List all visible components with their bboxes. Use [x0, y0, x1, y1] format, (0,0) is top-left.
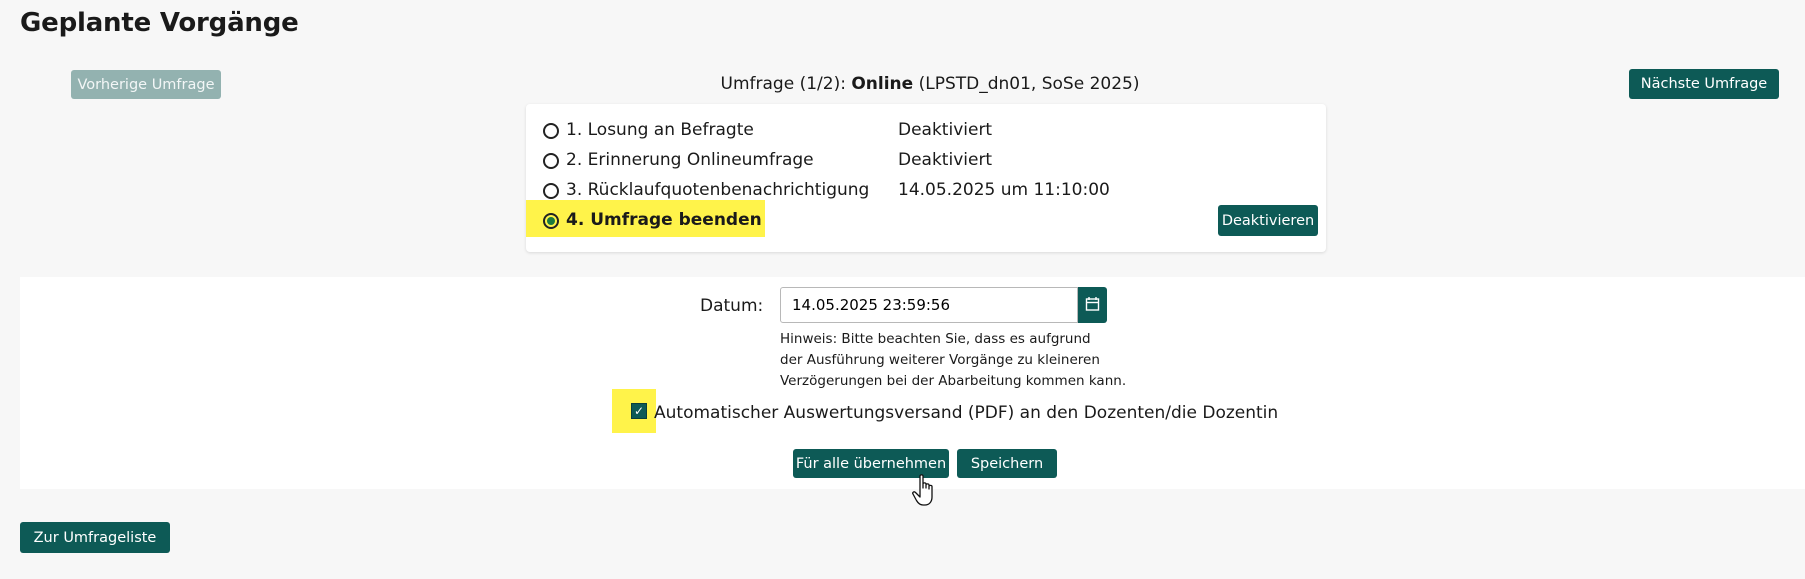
process-card: 1. Losung an Befragte Deaktiviert 2. Eri… [526, 104, 1326, 252]
process-option[interactable]: 1. Losung an Befragte Deaktiviert [526, 116, 1326, 146]
process-value: Deaktiviert [898, 120, 993, 140]
process-option-selected[interactable]: 4. Umfrage beenden [526, 206, 1326, 236]
survey-status: Online [851, 74, 914, 94]
hand-pointer-icon [912, 474, 933, 506]
process-value: Deaktiviert [898, 150, 993, 170]
calendar-button[interactable] [1078, 287, 1107, 323]
survey-header: Umfrage (1/2): Online (LPSTD_dn01, SoSe … [560, 74, 1300, 94]
process-label: 2. Erinnerung Onlineumfrage [566, 150, 814, 170]
previous-survey-button[interactable]: Vorherige Umfrage [71, 70, 221, 99]
calendar-icon [1085, 297, 1100, 311]
process-value: 14.05.2025 um 11:10:00 [898, 180, 1110, 200]
process-option[interactable]: 3. Rücklaufquotenbenachrichtigung 14.05.… [526, 176, 1326, 206]
survey-prefix: Umfrage (1/2): [720, 74, 846, 94]
next-survey-button[interactable]: Nächste Umfrage [1629, 69, 1779, 99]
radio-icon[interactable] [543, 153, 559, 169]
radio-selected-icon[interactable] [543, 213, 559, 229]
radio-icon[interactable] [543, 183, 559, 199]
date-label: Datum: [700, 296, 764, 316]
radio-icon[interactable] [543, 123, 559, 139]
hint-line: Verzögerungen bei der Abarbeitung kommen… [780, 373, 1127, 389]
hint-line: Hinweis: Bitte beachten Sie, dass es auf… [780, 331, 1091, 347]
process-label: 1. Losung an Befragte [566, 120, 754, 140]
deactivate-button[interactable]: Deaktivieren [1218, 205, 1318, 236]
back-to-survey-list-button[interactable]: Zur Umfrageliste [20, 522, 170, 553]
process-label: 3. Rücklaufquotenbenachrichtigung [566, 180, 870, 200]
date-input[interactable] [780, 287, 1078, 323]
survey-suffix: (LPSTD_dn01, SoSe 2025) [918, 74, 1140, 94]
hint-line: der Ausführung weiterer Vorgänge zu klei… [780, 352, 1100, 368]
check-icon: ✓ [633, 404, 645, 418]
save-button[interactable]: Speichern [957, 449, 1057, 478]
auto-report-label: Automatischer Auswertungsversand (PDF) a… [654, 403, 1279, 423]
page-title: Geplante Vorgänge [20, 8, 299, 38]
process-label: 4. Umfrage beenden [566, 210, 762, 230]
hint-text: Hinweis: Bitte beachten Sie, dass es auf… [780, 329, 1126, 392]
process-option[interactable]: 2. Erinnerung Onlineumfrage Deaktiviert [526, 146, 1326, 176]
auto-report-checkbox[interactable]: ✓ [631, 403, 647, 419]
